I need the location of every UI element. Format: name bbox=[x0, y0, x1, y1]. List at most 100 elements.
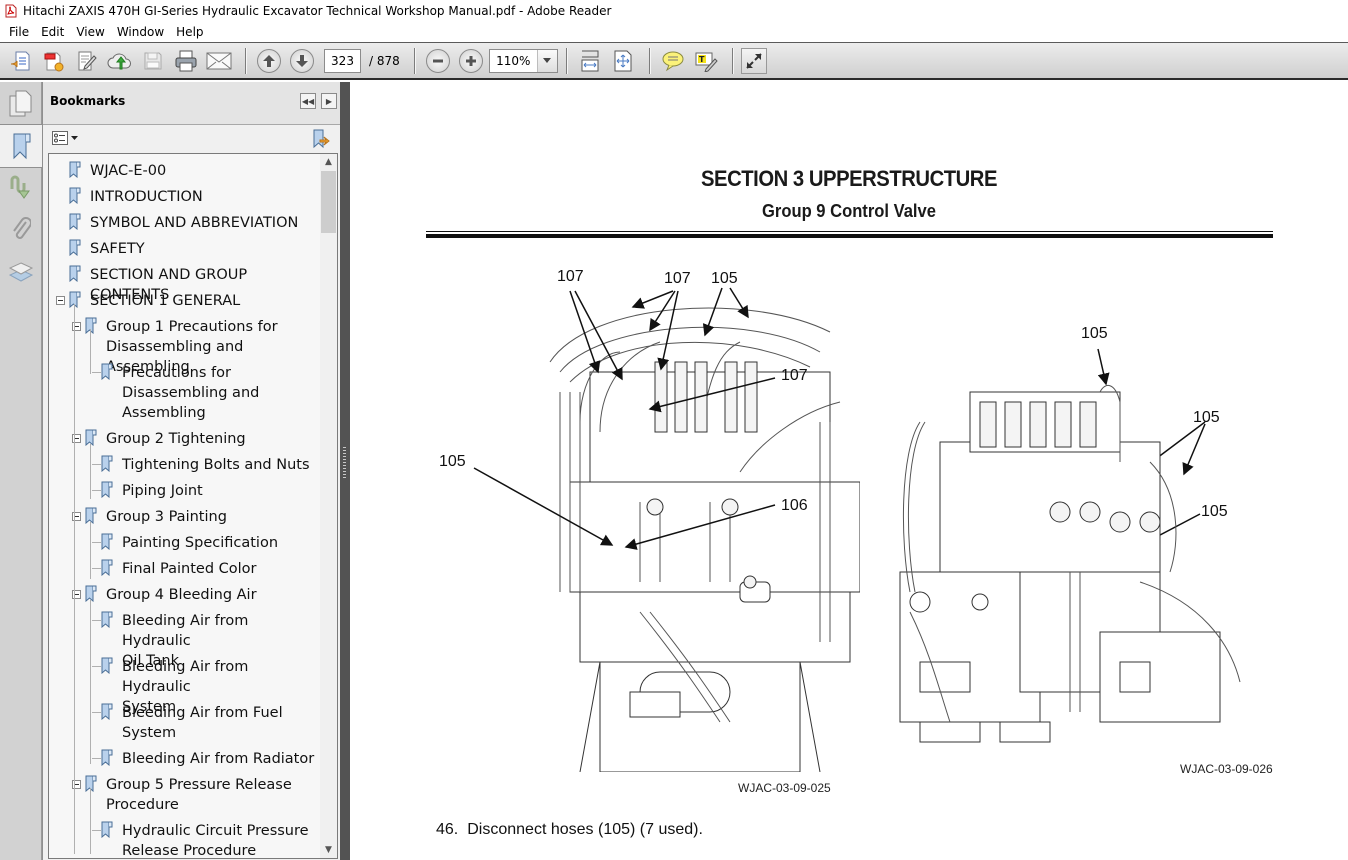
create-pdf-button[interactable] bbox=[39, 46, 69, 76]
bookmark-item[interactable]: WJAC-E-00 bbox=[49, 161, 321, 181]
bookmarks-icon bbox=[13, 133, 30, 160]
email-icon bbox=[206, 52, 232, 69]
email-button[interactable] bbox=[204, 46, 234, 76]
panel-splitter[interactable] bbox=[340, 82, 350, 860]
attachments-icon bbox=[13, 217, 31, 239]
open-button[interactable] bbox=[6, 46, 36, 76]
bookmarks-panel-title: Bookmarks bbox=[50, 94, 126, 108]
cloud-upload-icon bbox=[107, 53, 131, 69]
create-pdf-icon bbox=[44, 52, 64, 71]
arrow-down-icon bbox=[296, 54, 308, 67]
bookmark-icon bbox=[101, 363, 113, 380]
bookmark-label: Hydraulic Circuit Pressure Release Proce… bbox=[122, 823, 309, 859]
bookmark-item[interactable]: SECTION AND GROUP CONTENTS bbox=[49, 265, 321, 303]
bookmark-icon bbox=[101, 455, 113, 472]
scroll-mode-button[interactable] bbox=[575, 46, 605, 76]
tree-connector bbox=[92, 830, 101, 831]
procedure-step: 46. Disconnect hoses (105) (7 used). bbox=[436, 821, 703, 839]
fit-page-icon bbox=[614, 50, 632, 71]
bookmark-label: Tightening Bolts and Nuts bbox=[122, 457, 310, 473]
pdf-file-icon bbox=[4, 4, 18, 18]
menu-help[interactable]: Help bbox=[170, 25, 209, 39]
menu-view[interactable]: View bbox=[70, 25, 110, 39]
layers-panel-button[interactable] bbox=[0, 250, 42, 294]
fit-page-button[interactable] bbox=[608, 46, 638, 76]
bookmark-icon bbox=[69, 161, 81, 178]
bookmark-label: SAFETY bbox=[90, 241, 145, 257]
scroll-mode-icon bbox=[581, 50, 599, 71]
zoom-level-select[interactable]: 110% bbox=[488, 48, 558, 73]
bookmark-label: Final Painted Color bbox=[122, 561, 257, 577]
toolbar: 323 / 878 110% T bbox=[0, 42, 1348, 80]
callout-label: 106 bbox=[781, 497, 808, 514]
bookmarks-toolbar bbox=[43, 126, 341, 152]
collapse-panel-button[interactable]: ◀◀ bbox=[300, 93, 316, 109]
bookmark-label: Group 2 Tightening bbox=[106, 431, 246, 447]
highlight-text-button[interactable]: T bbox=[691, 46, 721, 76]
bookmark-label: Piping Joint bbox=[122, 483, 203, 499]
tree-connector bbox=[90, 600, 91, 764]
expand-bookmark-button[interactable] bbox=[311, 129, 331, 152]
bookmark-label: SECTION 1 GENERAL bbox=[90, 293, 241, 309]
menu-file[interactable]: File bbox=[3, 25, 35, 39]
chevron-down-icon bbox=[71, 136, 78, 140]
fullscreen-button[interactable] bbox=[740, 47, 767, 74]
bookmark-tree: WJAC-E-00 INTRODUCTION SYMBOL AND ABBREVIA… bbox=[48, 153, 338, 859]
sticky-note-button[interactable] bbox=[658, 46, 688, 76]
menu-window[interactable]: Window bbox=[111, 25, 170, 39]
collapse-toggle-icon[interactable] bbox=[56, 296, 65, 305]
options-list-icon bbox=[52, 131, 68, 145]
callout-label: 105 bbox=[711, 270, 738, 287]
zoom-level-value: 110% bbox=[496, 53, 531, 68]
tree-connector bbox=[92, 620, 101, 621]
hide-panel-button[interactable]: ▶ bbox=[321, 93, 337, 109]
splitter-grip[interactable] bbox=[343, 447, 346, 480]
bookmark-label: Group 3 Painting bbox=[106, 509, 227, 525]
upload-button[interactable] bbox=[105, 46, 135, 76]
toolbar-separator bbox=[565, 47, 567, 74]
tree-connector bbox=[90, 444, 91, 499]
edit-button[interactable] bbox=[72, 46, 102, 76]
callout-label: 107 bbox=[664, 270, 691, 287]
toolbar-separator bbox=[413, 47, 415, 74]
figure-right-caption: WJAC-03-09-026 bbox=[1180, 762, 1273, 776]
next-page-button[interactable] bbox=[287, 46, 317, 76]
bookmark-item[interactable]: SECTION 1 GENERAL bbox=[49, 291, 321, 311]
bookmark-options-button[interactable] bbox=[52, 131, 78, 145]
bookmark-item[interactable]: SAFETY bbox=[49, 239, 321, 259]
bookmark-icon bbox=[69, 213, 81, 230]
double-chevron-left-icon: ◀◀ bbox=[301, 96, 315, 106]
scroll-down-button[interactable]: ▼ bbox=[320, 842, 337, 858]
print-icon bbox=[175, 50, 197, 71]
attachments-panel-button[interactable] bbox=[0, 208, 42, 252]
bookmark-icon bbox=[101, 533, 113, 550]
bookmarks-panel: Bookmarks ◀◀ ▶ WJAC-E-00 INTRODUCTION SYMB… bbox=[42, 82, 341, 860]
step-text: Disconnect hoses (105) (7 used). bbox=[467, 821, 703, 838]
scroll-up-button[interactable]: ▲ bbox=[320, 154, 337, 170]
callout-label: 105 bbox=[1193, 409, 1220, 426]
bookmark-label: Painting Specification bbox=[122, 535, 279, 551]
bookmark-icon bbox=[85, 775, 97, 792]
tree-connector bbox=[92, 490, 101, 491]
save-button[interactable] bbox=[138, 46, 168, 76]
bookmark-tree-scrollbar[interactable]: ▲ ▼ bbox=[320, 154, 337, 858]
signatures-panel-button[interactable] bbox=[0, 166, 42, 210]
menu-edit[interactable]: Edit bbox=[35, 25, 70, 39]
bookmark-icon bbox=[69, 239, 81, 256]
zoom-out-button[interactable] bbox=[423, 46, 453, 76]
bookmark-icon bbox=[101, 821, 113, 838]
pages-panel-button[interactable] bbox=[0, 82, 42, 126]
zoom-dropdown-arrow[interactable] bbox=[536, 49, 557, 72]
print-button[interactable] bbox=[171, 46, 201, 76]
previous-page-button[interactable] bbox=[254, 46, 284, 76]
page-number-input[interactable]: 323 bbox=[324, 48, 361, 73]
svg-text:T: T bbox=[699, 55, 705, 64]
bookmark-item[interactable]: SYMBOL AND ABBREVIATION bbox=[49, 213, 321, 233]
tree-connector bbox=[92, 464, 101, 465]
bookmark-item[interactable]: INTRODUCTION bbox=[49, 187, 321, 207]
bookmarks-panel-button[interactable] bbox=[0, 124, 43, 168]
tree-connector bbox=[90, 522, 91, 579]
scrollbar-thumb[interactable] bbox=[321, 171, 336, 233]
zoom-in-button[interactable] bbox=[456, 46, 486, 76]
document-view: SECTION 3 UPPERSTRUCTURE Group 9 Control… bbox=[350, 82, 1348, 860]
